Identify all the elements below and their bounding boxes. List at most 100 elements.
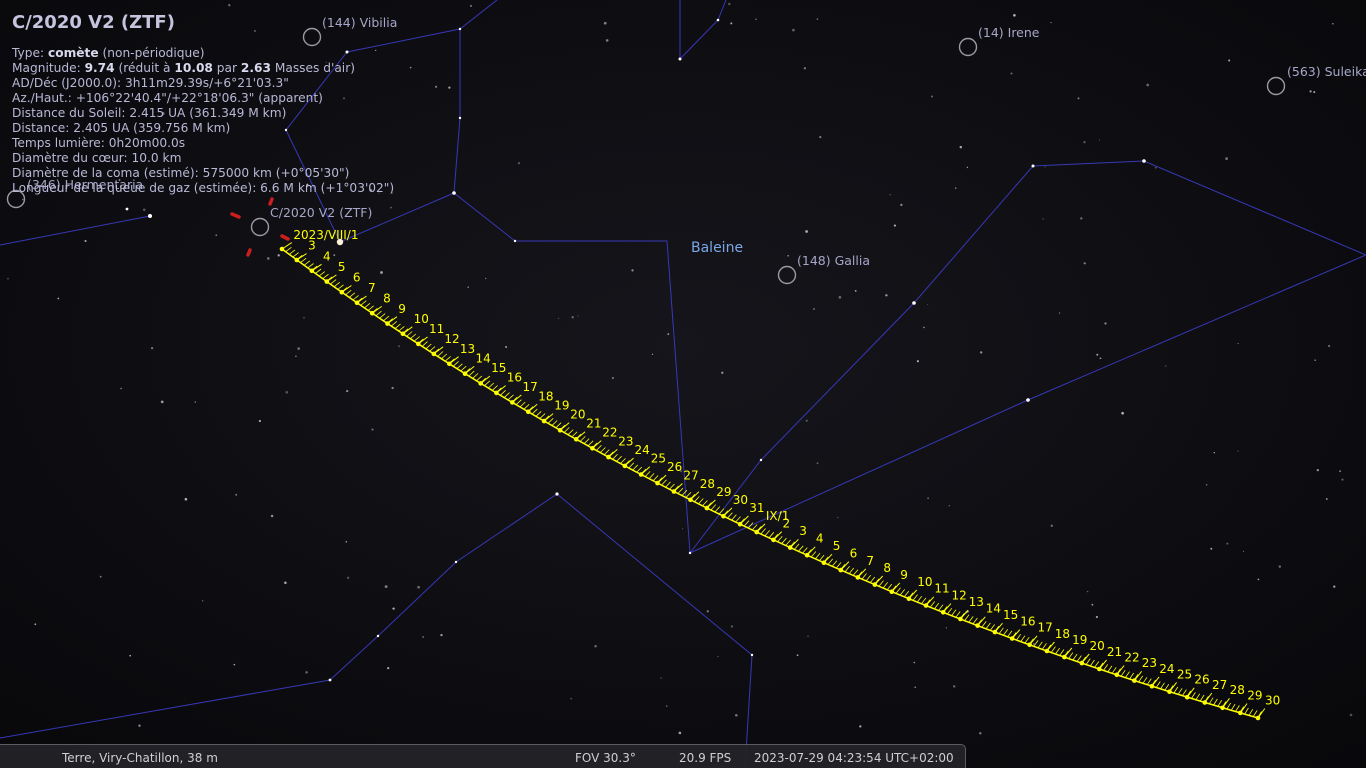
background-star — [215, 234, 218, 237]
background-star — [916, 360, 919, 363]
trajectory-date-label: 17 — [1038, 621, 1053, 635]
sky-view[interactable]: (144) Vibilia (14) Irene (563) Suleika (… — [0, 0, 1366, 768]
trajectory-date-label: 20 — [1090, 639, 1105, 653]
trajectory-date-label: 10 — [917, 575, 932, 589]
background-star — [258, 419, 262, 423]
background-star — [927, 303, 929, 306]
trajectory-date-label: 3 — [799, 524, 807, 538]
background-star — [1044, 166, 1046, 168]
trajectory-date-label: 7 — [368, 281, 376, 295]
background-star — [651, 353, 654, 355]
status-bar[interactable]: Terre, Viry-Chatillon, 38 m FOV 30.3° 20… — [0, 744, 966, 768]
trajectory-date-label: 29 — [716, 485, 731, 499]
background-star — [392, 192, 394, 194]
background-star — [914, 686, 917, 689]
background-star — [631, 269, 634, 272]
background-star — [305, 671, 308, 674]
background-star — [1237, 450, 1239, 452]
background-star — [469, 4, 473, 7]
trajectory-date-label: 4 — [323, 249, 331, 263]
background-star — [805, 230, 808, 233]
background-star — [235, 493, 238, 496]
background-star — [285, 390, 289, 394]
background-star — [959, 145, 963, 149]
background-star — [484, 277, 487, 280]
background-star — [1242, 550, 1245, 552]
fov-status: FOV 30.3° — [575, 751, 636, 765]
background-star — [1083, 141, 1086, 144]
background-star — [889, 194, 891, 196]
background-star — [1083, 262, 1086, 265]
background-star — [1339, 470, 1342, 473]
background-star — [1042, 218, 1044, 220]
background-star — [660, 677, 662, 679]
background-star — [1058, 312, 1061, 314]
background-star — [666, 705, 668, 707]
background-star — [375, 49, 377, 52]
trajectory-date-label: 18 — [538, 389, 553, 403]
background-star — [611, 376, 615, 380]
background-star — [1257, 578, 1260, 581]
background-star — [854, 290, 857, 292]
trajectory-date-label: 16 — [1020, 615, 1035, 629]
trajectory-date-label: 20 — [570, 408, 585, 422]
background-star — [120, 387, 122, 390]
background-star — [1010, 72, 1013, 75]
background-star — [380, 271, 383, 274]
background-star — [387, 667, 390, 670]
background-star — [819, 136, 822, 139]
background-star — [1226, 542, 1229, 545]
background-star — [838, 296, 842, 299]
trajectory-date-label: 21 — [1107, 645, 1122, 659]
trajectory-date-label: 9 — [398, 302, 406, 316]
background-star — [1237, 342, 1239, 345]
background-star — [706, 610, 710, 613]
trajectory-date-label: 28 — [700, 477, 715, 491]
background-star — [517, 161, 521, 165]
background-star — [1205, 483, 1208, 486]
background-star — [1164, 365, 1167, 367]
background-star — [409, 66, 412, 69]
background-star — [346, 390, 349, 393]
background-star — [303, 317, 305, 319]
background-star — [138, 724, 141, 727]
background-star — [953, 685, 956, 688]
trajectory-date-label: 30 — [1265, 693, 1280, 707]
background-star — [325, 61, 327, 63]
background-star — [306, 183, 309, 186]
trajectory-date-label: 2023/VIII/1 — [293, 228, 358, 242]
background-star — [1325, 498, 1328, 500]
background-star — [678, 731, 682, 735]
sky-background — [0, 0, 1366, 768]
background-star — [805, 419, 808, 422]
background-star — [954, 187, 957, 189]
background-star — [717, 655, 719, 658]
background-star — [893, 224, 896, 227]
trajectory-date-label: 22 — [1124, 651, 1139, 665]
datetime-status[interactable]: 2023-07-29 04:23:54 UTC+02:00 — [754, 751, 954, 765]
background-star — [398, 345, 400, 347]
trajectory-date-label: 31 — [749, 501, 764, 515]
background-star — [435, 85, 438, 88]
trajectory-date-label: 12 — [952, 589, 967, 603]
background-star — [813, 308, 815, 310]
background-star — [1013, 14, 1016, 17]
trajectory-date-label: 5 — [833, 539, 841, 553]
background-star — [142, 208, 146, 212]
background-star — [1050, 21, 1052, 24]
background-star — [577, 315, 579, 317]
asteroid-label: (14) Irene — [978, 25, 1040, 40]
background-star — [1155, 167, 1157, 169]
background-star — [422, 636, 424, 638]
constellation-label: Baleine — [691, 240, 743, 256]
trajectory-date-label: 9 — [900, 568, 908, 582]
background-star — [885, 294, 888, 297]
background-star — [807, 635, 809, 638]
background-star — [34, 623, 37, 626]
background-star — [378, 192, 380, 194]
location-status[interactable]: Terre, Viry-Chatillon, 38 m — [62, 751, 218, 765]
background-star — [728, 2, 731, 6]
background-star — [7, 277, 9, 280]
trajectory-date-label: 8 — [883, 561, 891, 575]
background-star — [1331, 22, 1334, 25]
